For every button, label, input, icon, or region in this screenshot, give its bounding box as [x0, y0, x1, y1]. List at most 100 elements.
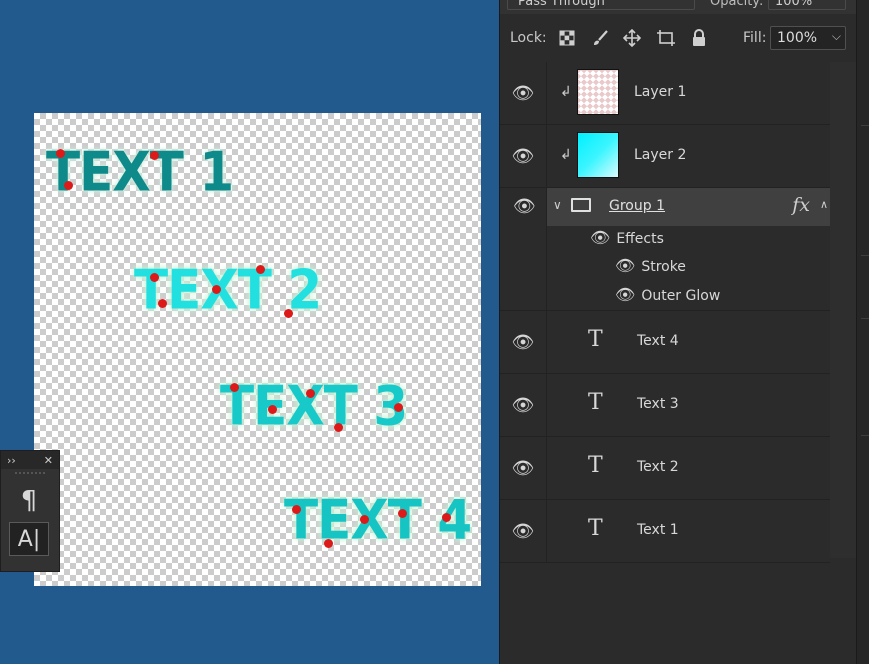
layer-name[interactable]: Layer 1 [634, 84, 686, 100]
opacity-field[interactable]: 100% [768, 0, 846, 10]
eye-icon: 👁 [511, 331, 535, 353]
eye-icon: 👁 [513, 196, 536, 217]
canvas-text-1[interactable]: TEXT 1 [46, 141, 234, 204]
layer-name[interactable]: Text 4 [637, 333, 679, 349]
stroke-dot [334, 423, 343, 432]
folder-icon [571, 198, 591, 212]
lock-image-pixels-brush-icon[interactable] [590, 28, 610, 48]
layers-panel: Pass Through Opacity: 100% Lock: Fill: 1… [499, 0, 869, 664]
lock-artboard-icon[interactable] [656, 28, 676, 48]
visibility-toggle[interactable]: 👁 [500, 500, 547, 562]
fill-field[interactable]: 100% ⌵ [770, 26, 846, 50]
text-layer-icon: T [588, 516, 603, 541]
paragraph-icon: ¶ [20, 486, 38, 516]
layer-row-text-1[interactable]: 👁 T Text 1 [500, 500, 830, 563]
layer-group-1[interactable]: 👁 ∨ Group 1 fx ∧ 👁 Effects 👁 Stroke 👁 Outer… [500, 188, 830, 311]
text-layer-icon: T [588, 327, 603, 352]
eye-icon: 👁 [511, 145, 535, 167]
eye-icon: 👁 [511, 82, 535, 104]
eye-icon: 👁 [511, 457, 535, 479]
stroke-dot [442, 513, 451, 522]
text-layer-icon: T [588, 390, 603, 415]
eye-icon: 👁 [511, 520, 535, 542]
text-layer-icon: T [588, 453, 603, 478]
group-name[interactable]: Group 1 [609, 198, 665, 214]
stroke-dot [324, 539, 333, 548]
effect-name: Outer Glow [641, 288, 721, 304]
character-icon: A| [17, 526, 41, 552]
layer-name[interactable]: Text 3 [637, 396, 679, 412]
visibility-toggle[interactable]: 👁 [500, 311, 547, 373]
layer-row-text-2[interactable]: 👁 T Text 2 [500, 437, 830, 500]
stroke-dot [360, 515, 369, 524]
effects-row[interactable]: 👁 Effects [590, 228, 664, 247]
visibility-toggle[interactable]: 👁 [500, 125, 547, 187]
layer-name[interactable]: Text 2 [637, 459, 679, 475]
paragraph-character-mini-panel: ›› ✕ ¶ A| [0, 450, 60, 572]
layer-row-text-4[interactable]: 👁 T Text 4 [500, 311, 830, 374]
effect-outer-glow-row[interactable]: 👁 Outer Glow [615, 285, 720, 304]
stroke-dot [306, 389, 315, 398]
stroke-dot [150, 151, 159, 160]
close-icon[interactable]: ✕ [44, 454, 53, 467]
lock-all-icon[interactable] [689, 28, 709, 48]
eye-icon[interactable]: 👁 [590, 228, 610, 247]
dock-divider [861, 255, 869, 256]
lock-transparent-pixels-icon[interactable] [557, 28, 577, 48]
effect-name: Stroke [641, 259, 686, 275]
dock-divider [861, 318, 869, 319]
clipping-mask-arrow-icon: ↲ [560, 147, 572, 163]
stroke-dot [398, 509, 407, 518]
stroke-dot [64, 181, 73, 190]
eye-icon[interactable]: 👁 [615, 285, 635, 304]
layer-name[interactable]: Text 1 [637, 522, 679, 538]
visibility-toggle[interactable]: 👁 [500, 62, 547, 124]
mini-panel-titlebar[interactable]: ›› ✕ [1, 451, 59, 469]
effect-stroke-row[interactable]: 👁 Stroke [615, 256, 686, 275]
layer-name[interactable]: Layer 2 [634, 147, 686, 163]
effects-label: Effects [616, 231, 664, 247]
visibility-toggle[interactable]: 👁 [500, 374, 547, 436]
eye-icon[interactable]: 👁 [615, 256, 635, 275]
fx-icon[interactable]: fx [792, 194, 810, 216]
opacity-label: Opacity: [710, 0, 764, 9]
fill-label: Fill: [743, 30, 767, 46]
stroke-dot [158, 299, 167, 308]
canvas-text-2[interactable]: TEXT 2 [134, 259, 322, 322]
paragraph-panel-button[interactable]: ¶ [9, 484, 49, 518]
lock-position-move-icon[interactable] [622, 28, 642, 48]
stroke-dot [268, 405, 277, 414]
clipping-mask-arrow-icon: ↲ [560, 84, 572, 100]
layer-thumbnail[interactable] [577, 69, 619, 115]
dock-divider [861, 435, 869, 436]
character-panel-button[interactable]: A| [9, 522, 49, 556]
stroke-dot [256, 265, 265, 274]
collapse-panel-icon[interactable]: ›› [7, 454, 16, 467]
layer-row-text-3[interactable]: 👁 T Text 3 [500, 374, 830, 437]
stroke-dot [150, 273, 159, 282]
canvas-text-3[interactable]: TEXT 3 [220, 375, 408, 438]
blend-opacity-row: Pass Through Opacity: 100% [500, 0, 856, 14]
stroke-dot [56, 149, 65, 158]
visibility-toggle[interactable]: 👁 [500, 188, 547, 310]
dock-divider [861, 125, 869, 126]
layer-row-layer-2[interactable]: 👁 ↲ Layer 2 [500, 125, 830, 188]
visibility-toggle[interactable]: 👁 [500, 437, 547, 499]
layer-row-layer-1[interactable]: 👁 ↲ Layer 1 [500, 62, 830, 125]
chevron-down-icon[interactable]: ⌵ [832, 29, 841, 44]
document-canvas[interactable]: TEXT 1 TEXT 2 TEXT 3 TEXT 4 [34, 113, 481, 586]
layers-list: 👁 ↲ Layer 1 👁 ↲ Layer 2 👁 ∨ Group 1 fx ∧ [500, 62, 830, 563]
stroke-dot [284, 309, 293, 318]
layers-scrollbar[interactable] [830, 62, 856, 558]
stroke-dot [212, 285, 221, 294]
blend-mode-select[interactable]: Pass Through [507, 0, 695, 10]
fill-value: 100% [777, 30, 818, 46]
chevron-down-icon[interactable]: ∨ [553, 198, 562, 212]
panel-grip[interactable] [15, 472, 45, 480]
group-header[interactable]: ∨ Group 1 fx ∧ [547, 188, 830, 226]
stroke-dot [230, 383, 239, 392]
layer-thumbnail[interactable] [577, 132, 619, 178]
stroke-dot [394, 403, 403, 412]
lock-row: Lock: Fill: 100% ⌵ [500, 22, 856, 56]
chevron-up-icon[interactable]: ∧ [820, 198, 828, 211]
